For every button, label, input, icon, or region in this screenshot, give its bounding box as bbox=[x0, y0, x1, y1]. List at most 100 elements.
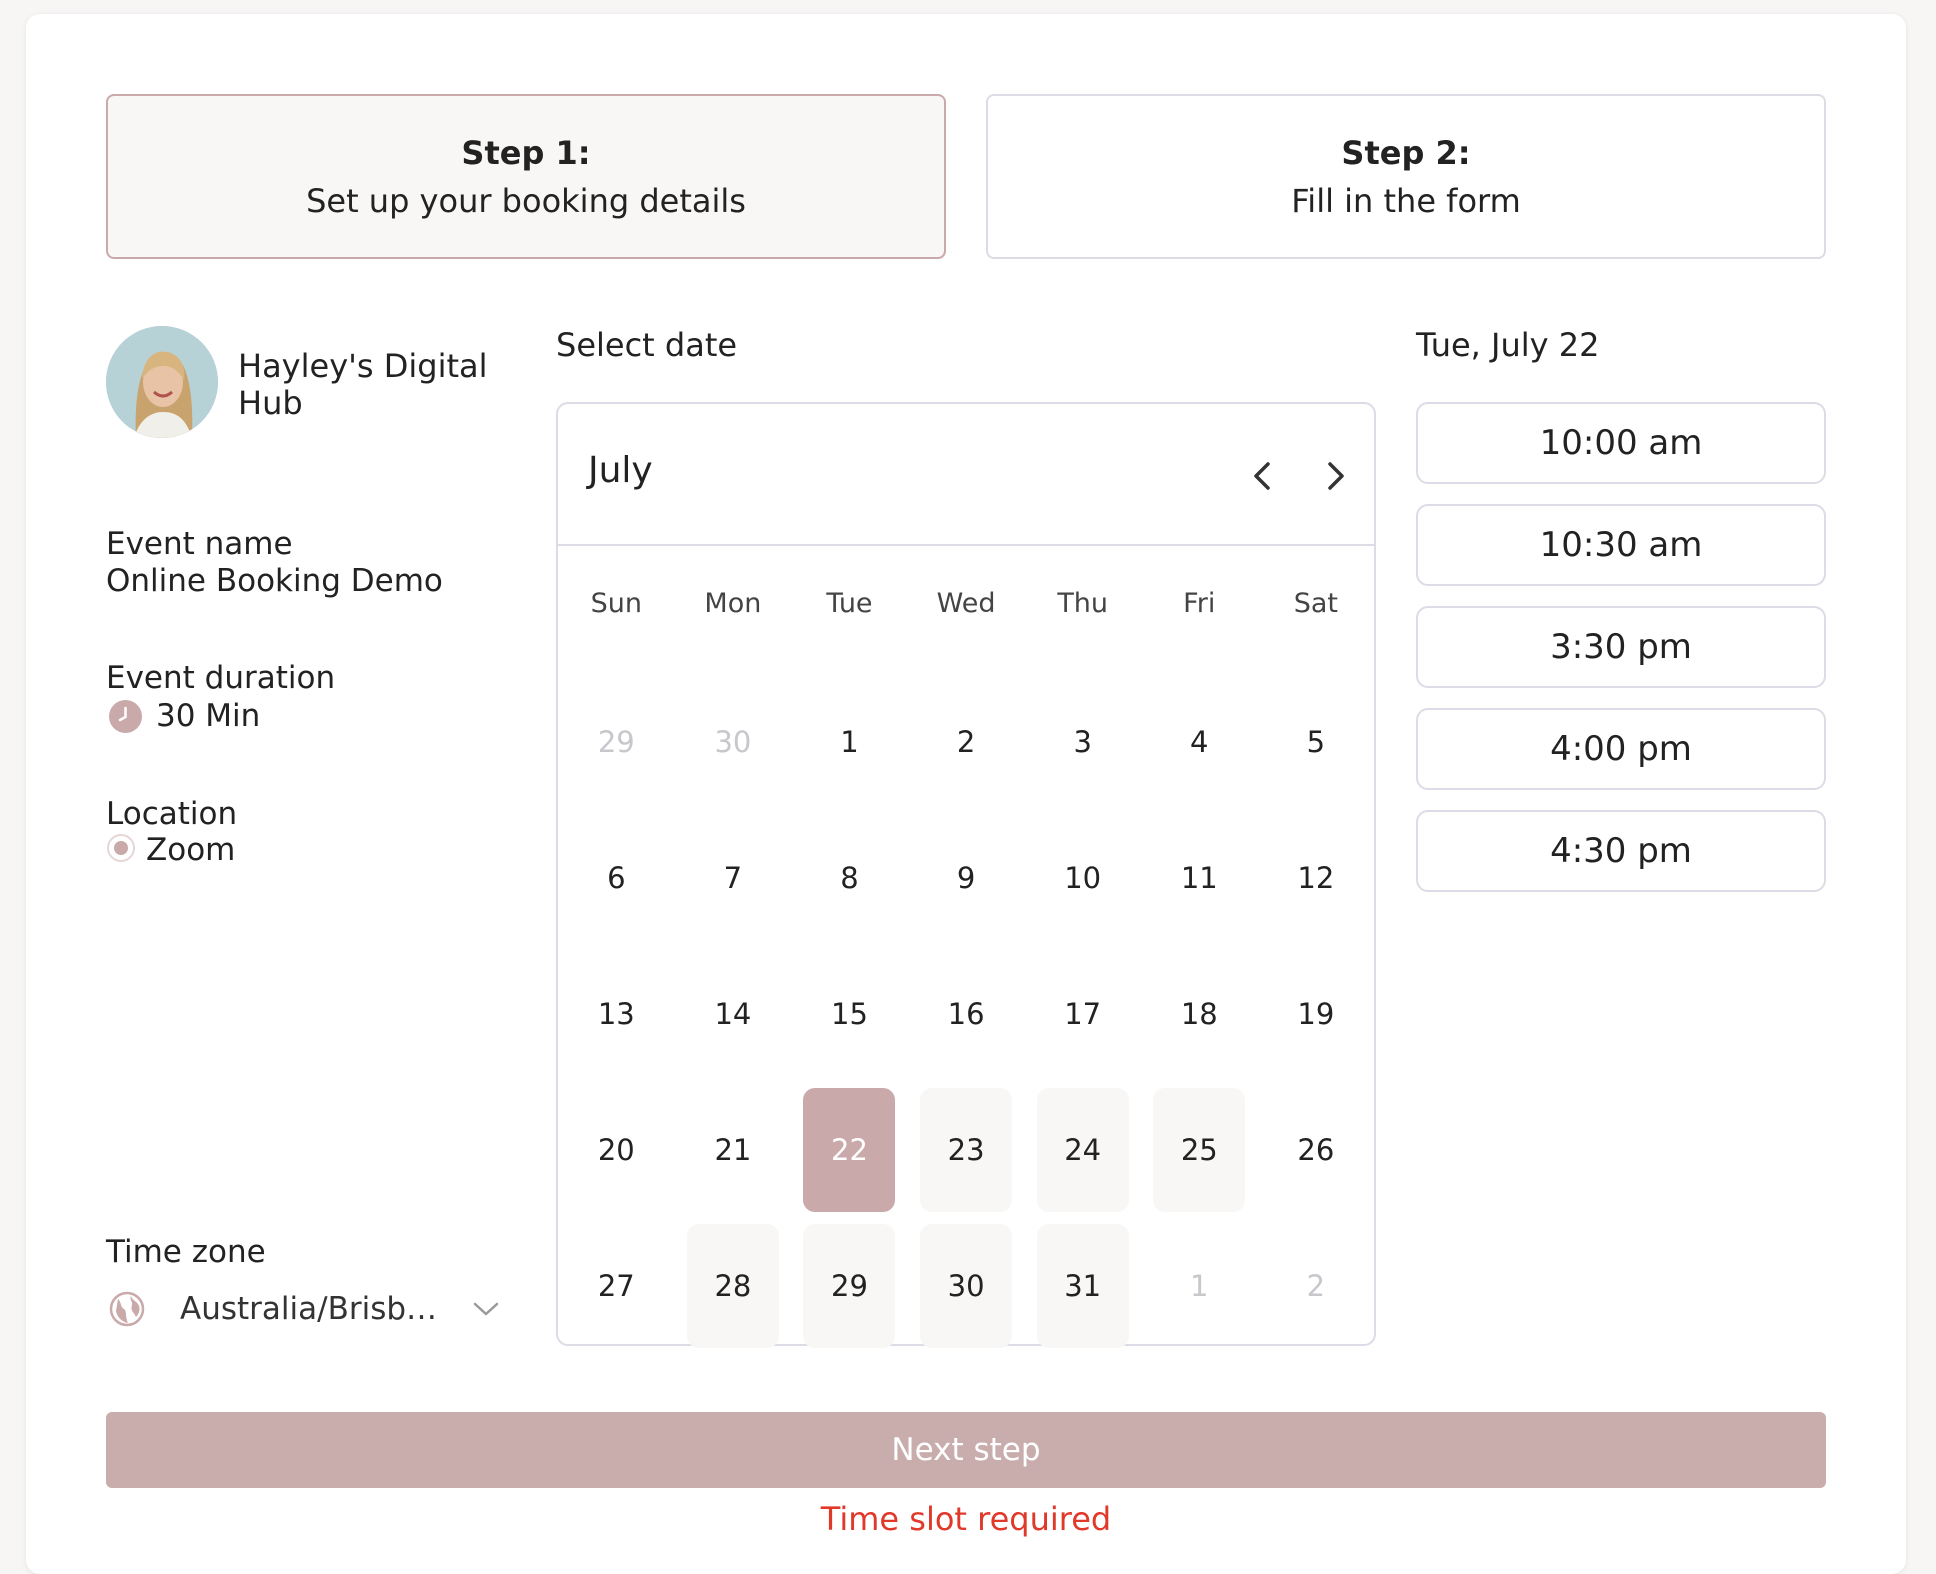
time-slot-button[interactable]: 10:00 am bbox=[1416, 402, 1826, 484]
day-number: 3 bbox=[1073, 725, 1092, 759]
day-cell: 11 bbox=[1141, 810, 1258, 946]
organizer-name-line2: Hub bbox=[238, 384, 303, 422]
day-cell: 2 bbox=[908, 674, 1025, 810]
day-number: 7 bbox=[723, 861, 743, 895]
chevron-down-icon bbox=[473, 1302, 499, 1316]
day-number: 13 bbox=[597, 997, 635, 1031]
day-number: 11 bbox=[1180, 861, 1218, 895]
step-1-subtitle: Set up your booking details bbox=[306, 181, 746, 220]
day-number: 1 bbox=[1190, 1269, 1209, 1303]
day-number: 30 bbox=[920, 1224, 1013, 1348]
day-cell: 14 bbox=[675, 946, 792, 1082]
day-cell: 1 bbox=[1141, 1218, 1258, 1354]
avatar bbox=[106, 326, 218, 438]
weekday-tue: Tue bbox=[826, 588, 873, 619]
calendar: July Sun Mon Tue Wed Thu Fri Sat 29 30 1 2 3… bbox=[556, 402, 1376, 1348]
day-number: 27 bbox=[597, 1269, 635, 1303]
day-cell: 16 bbox=[908, 946, 1025, 1082]
event-duration-label: Event duration bbox=[106, 660, 336, 696]
day-cell: 13 bbox=[558, 946, 675, 1082]
day-number: 1 bbox=[840, 725, 859, 759]
location-value: Zoom bbox=[146, 832, 236, 868]
day-number: 16 bbox=[947, 997, 985, 1031]
day-cell: 6 bbox=[558, 810, 675, 946]
day-cell[interactable]: 29 bbox=[791, 1218, 908, 1354]
weekday-sun: Sun bbox=[590, 588, 642, 619]
day-cell: 18 bbox=[1141, 946, 1258, 1082]
organizer-name: Hayley's Digital Hub bbox=[238, 348, 488, 422]
day-number: 28 bbox=[686, 1224, 779, 1348]
day-cell[interactable]: 30 bbox=[908, 1218, 1025, 1354]
day-number: 24 bbox=[1036, 1088, 1129, 1212]
selected-date-label: Tue, July 22 bbox=[1416, 326, 1600, 364]
day-number: 23 bbox=[920, 1088, 1013, 1212]
day-cell-selected[interactable]: 22 bbox=[791, 1082, 908, 1218]
day-number: 31 bbox=[1036, 1224, 1129, 1348]
chevron-left-icon[interactable] bbox=[1242, 456, 1282, 496]
days-grid: 29 30 1 2 3 4 5 6 7 8 9 10 11 12 13 14 15 16 17 18 19 20 21 22 2… bbox=[558, 674, 1374, 1354]
event-name-value: Online Booking Demo bbox=[106, 563, 443, 599]
day-cell: 30 bbox=[675, 674, 792, 810]
day-number: 4 bbox=[1190, 725, 1209, 759]
weekday-wed: Wed bbox=[936, 588, 996, 619]
day-cell[interactable]: 24 bbox=[1024, 1082, 1141, 1218]
calendar-header: July bbox=[558, 404, 1374, 546]
timezone-label: Time zone bbox=[106, 1234, 266, 1270]
select-date-label: Select date bbox=[556, 326, 738, 364]
weekday-sat: Sat bbox=[1293, 588, 1338, 619]
day-number: 2 bbox=[956, 725, 976, 759]
day-cell[interactable]: 25 bbox=[1141, 1082, 1258, 1218]
day-number: 22 bbox=[803, 1088, 896, 1212]
timezone-select[interactable]: Australia/Brisb… bbox=[106, 1284, 506, 1334]
day-cell[interactable]: 28 bbox=[675, 1218, 792, 1354]
day-number: 30 bbox=[714, 725, 752, 759]
clock-icon bbox=[109, 700, 142, 733]
location-label: Location bbox=[106, 796, 238, 832]
day-number: 19 bbox=[1297, 997, 1335, 1031]
day-cell: 15 bbox=[791, 946, 908, 1082]
day-number: 25 bbox=[1153, 1088, 1246, 1212]
day-cell: 26 bbox=[1258, 1082, 1375, 1218]
day-number: 6 bbox=[607, 861, 626, 895]
step-2-subtitle: Fill in the form bbox=[1291, 181, 1521, 220]
chevron-right-icon[interactable] bbox=[1316, 456, 1356, 496]
day-number: 2 bbox=[1306, 1269, 1326, 1303]
day-number: 20 bbox=[597, 1133, 635, 1167]
day-number: 12 bbox=[1297, 861, 1335, 895]
day-cell: 3 bbox=[1024, 674, 1141, 810]
next-step-button[interactable]: Next step bbox=[106, 1412, 1826, 1488]
day-number: 15 bbox=[831, 997, 868, 1031]
day-cell: 4 bbox=[1141, 674, 1258, 810]
step-1-title: Step 1: bbox=[461, 133, 591, 172]
time-slot-button[interactable]: 4:00 pm bbox=[1416, 708, 1826, 790]
weekday-thu: Thu bbox=[1057, 588, 1109, 619]
day-number: 14 bbox=[714, 997, 752, 1031]
day-cell: 9 bbox=[908, 810, 1025, 946]
day-cell[interactable]: 23 bbox=[908, 1082, 1025, 1218]
day-cell: 1 bbox=[791, 674, 908, 810]
day-cell: 17 bbox=[1024, 946, 1141, 1082]
day-number: 9 bbox=[956, 861, 976, 895]
day-number: 21 bbox=[714, 1133, 752, 1167]
day-cell: 21 bbox=[675, 1082, 792, 1218]
day-number: 29 bbox=[803, 1224, 896, 1348]
time-slot-button[interactable]: 3:30 pm bbox=[1416, 606, 1826, 688]
day-cell: 10 bbox=[1024, 810, 1141, 946]
time-slot-button[interactable]: 4:30 pm bbox=[1416, 810, 1826, 892]
weekday-fri: Fri bbox=[1183, 588, 1216, 619]
day-cell: 8 bbox=[791, 810, 908, 946]
day-number: 17 bbox=[1064, 997, 1102, 1031]
error-message: Time slot required bbox=[820, 1500, 1112, 1538]
day-cell: 12 bbox=[1258, 810, 1375, 946]
day-number: 29 bbox=[597, 725, 635, 759]
weekday-header: Sun Mon Tue Wed Thu Fri Sat bbox=[558, 588, 1374, 619]
day-cell: 29 bbox=[558, 674, 675, 810]
day-cell[interactable]: 31 bbox=[1024, 1218, 1141, 1354]
day-number: 5 bbox=[1306, 725, 1326, 759]
day-number: 10 bbox=[1064, 861, 1102, 895]
event-name-label: Event name bbox=[106, 526, 293, 562]
day-cell: 2 bbox=[1258, 1218, 1375, 1354]
step-1-tab[interactable]: Step 1: Set up your booking details bbox=[106, 94, 946, 259]
step-2-tab[interactable]: Step 2: Fill in the form bbox=[986, 94, 1826, 259]
time-slot-button[interactable]: 10:30 am bbox=[1416, 504, 1826, 586]
